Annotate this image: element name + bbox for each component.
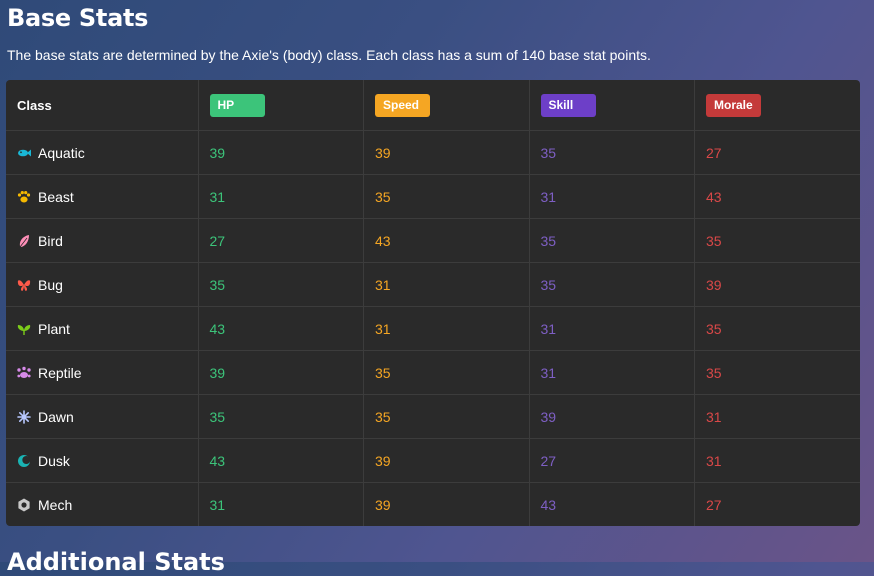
speed-value: 35	[363, 174, 530, 219]
hp-value: 43	[198, 438, 364, 483]
speed-value: 39	[363, 438, 530, 483]
table-header-row: Class HP Speed Skill Morale	[6, 80, 860, 131]
hp-value: 35	[198, 394, 364, 439]
hp-value: 27	[198, 218, 364, 263]
table-row: Bird 27 43 35 35	[6, 218, 860, 263]
skill-value: 27	[529, 438, 695, 483]
page-title: Base Stats	[7, 4, 149, 32]
table-row: Reptile 39 35 31 35	[6, 350, 860, 395]
morale-value: 43	[694, 174, 860, 219]
class-name: Bird	[38, 232, 63, 249]
class-cell-reptile: Reptile	[6, 350, 199, 395]
hp-badge: HP	[209, 93, 265, 117]
speed-value: 35	[363, 350, 530, 395]
class-name: Plant	[38, 320, 70, 337]
hp-value: 43	[198, 306, 364, 351]
table-row: Dawn 35 35 39 31	[6, 394, 860, 439]
skill-value: 31	[529, 174, 695, 219]
table-row: Bug 35 31 35 39	[6, 262, 860, 307]
hp-value: 39	[198, 350, 364, 395]
morale-value: 31	[694, 438, 860, 483]
table-row: Beast 31 35 31 43	[6, 174, 860, 219]
column-header-speed: Speed	[363, 80, 530, 131]
table-row: Aquatic 39 39 35 27	[6, 130, 860, 175]
morale-value: 39	[694, 262, 860, 307]
morale-value: 35	[694, 218, 860, 263]
class-cell-beast: Beast	[6, 174, 199, 219]
morale-badge: Morale	[706, 93, 761, 117]
feather-icon	[17, 234, 31, 248]
reptile-icon	[17, 366, 31, 380]
skill-value: 31	[529, 306, 695, 351]
additional-stats-heading: Additional Stats	[7, 548, 225, 576]
skill-value: 39	[529, 394, 695, 439]
morale-value: 27	[706, 496, 722, 513]
skill-value: 35	[529, 262, 695, 307]
skill-badge: Skill	[540, 93, 596, 117]
fish-icon	[17, 146, 31, 160]
speed-value: 43	[363, 218, 530, 263]
column-header-skill: Skill	[529, 80, 695, 131]
column-header-morale: Morale	[694, 80, 860, 131]
hp-value: 31	[198, 174, 364, 219]
speed-badge: Speed	[375, 93, 430, 117]
skill-value: 43	[529, 482, 695, 526]
hp-value: 39	[198, 130, 364, 175]
speed-value: 31	[363, 262, 530, 307]
class-name: Mech	[38, 496, 73, 513]
column-header-class: Class	[6, 80, 199, 131]
sparkle-icon	[17, 409, 31, 424]
class-cell-aquatic: Aquatic	[6, 130, 199, 175]
skill-value: 31	[529, 350, 695, 395]
column-header-hp: HP	[198, 80, 364, 131]
class-cell-bird: Bird	[6, 218, 199, 263]
class-cell-mech: Mech	[6, 482, 199, 526]
speed-value: 31	[363, 306, 530, 351]
gear-icon	[17, 498, 31, 512]
class-name: Dusk	[38, 452, 70, 469]
leaf-icon	[17, 322, 31, 336]
class-name: Dawn	[38, 408, 74, 425]
page-description: The base stats are determined by the Axi…	[7, 47, 651, 63]
moon-icon	[17, 454, 31, 468]
speed-value: 39	[363, 130, 530, 175]
speed-value: 39	[363, 482, 530, 526]
class-cell-dawn: Dawn	[6, 394, 199, 439]
skill-value: 35	[529, 130, 695, 175]
hp-value: 31	[198, 482, 364, 526]
table-row: Mech 31 39 43 27	[6, 482, 860, 526]
paw-icon	[17, 190, 31, 204]
hp-value: 35	[198, 262, 364, 307]
class-cell-dusk: Dusk	[6, 438, 199, 483]
morale-value: 31	[694, 394, 860, 439]
morale-value: 27	[694, 130, 860, 175]
table-row: Dusk 43 39 27 31	[6, 438, 860, 483]
class-name: Beast	[38, 188, 74, 205]
skill-value: 35	[529, 218, 695, 263]
morale-value: 35	[694, 350, 860, 395]
base-stats-table: Class HP Speed Skill Morale Aquatic 39 39 3…	[6, 80, 860, 526]
class-name: Reptile	[38, 364, 82, 381]
butterfly-icon	[17, 278, 31, 292]
speed-value: 35	[363, 394, 530, 439]
class-name: Bug	[38, 276, 63, 293]
morale-value: 35	[694, 306, 860, 351]
table-row: Plant 43 31 31 35	[6, 306, 860, 351]
class-cell-plant: Plant	[6, 306, 199, 351]
class-cell-bug: Bug	[6, 262, 199, 307]
class-name: Aquatic	[38, 144, 85, 161]
